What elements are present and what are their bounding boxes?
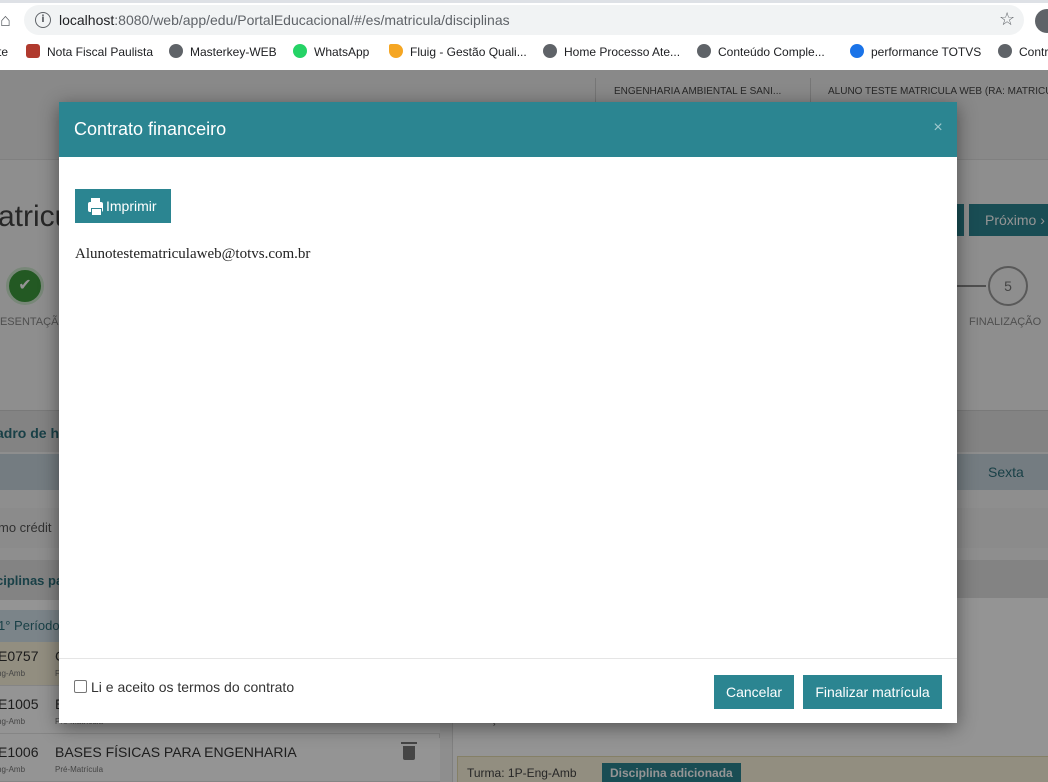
- bookmark-item[interactable]: Nota Fiscal Paulista: [26, 43, 153, 61]
- bookmark-item[interactable]: Conteúdo Comple...: [697, 43, 825, 61]
- bookmark-label: Nota Fiscal Paulista: [47, 45, 154, 59]
- home-icon[interactable]: ⌂: [0, 9, 14, 31]
- nota-fiscal-icon: [26, 44, 40, 58]
- cancel-button[interactable]: Cancelar: [714, 675, 794, 709]
- bookmark-label: WhatsApp: [314, 45, 370, 59]
- print-button[interactable]: Imprimir: [75, 189, 171, 223]
- globe-icon: [697, 44, 711, 58]
- bookmark-item[interactable]: WhatsApp: [293, 43, 369, 61]
- close-icon[interactable]: ×: [929, 119, 947, 137]
- bookmark-item[interactable]: te: [0, 43, 8, 61]
- bookmark-label: Fluig - Gestão Quali...: [410, 45, 527, 59]
- bookmark-label: performance TOTVS: [871, 45, 982, 59]
- info-icon[interactable]: i: [35, 12, 51, 28]
- whatsapp-icon: [293, 44, 307, 58]
- profile-icon[interactable]: [1035, 9, 1048, 33]
- globe-icon: [998, 44, 1012, 58]
- url-host: localhost: [59, 12, 115, 28]
- terms-label[interactable]: Li e aceito os termos do contrato: [91, 679, 294, 695]
- bookmark-item[interactable]: Home Processo Ate...: [543, 43, 680, 61]
- printer-icon: [88, 198, 103, 216]
- print-label: Imprimir: [106, 198, 157, 214]
- bookmark-label: te: [0, 45, 9, 59]
- bookmarks-bar: te Nota Fiscal Paulista Masterkey-WEB Wh…: [0, 38, 1048, 66]
- bookmark-item[interactable]: Fluig - Gestão Quali...: [389, 43, 527, 61]
- bookmark-label: Home Processo Ate...: [564, 45, 681, 59]
- bookmark-label: Conteúdo Comple...: [718, 45, 825, 59]
- terms-checkbox[interactable]: [74, 680, 87, 693]
- star-icon[interactable]: ☆: [999, 9, 1015, 30]
- globe-icon: [543, 44, 557, 58]
- url-text[interactable]: localhost:8080/web/app/edu/PortalEducaci…: [59, 12, 510, 28]
- bookmark-item[interactable]: Masterkey-WEB: [169, 43, 277, 61]
- finish-enrollment-button[interactable]: Finalizar matrícula: [803, 675, 942, 709]
- url-path: :8080/web/app/edu/PortalEducacional/#/es…: [114, 12, 510, 28]
- contract-content: Alunotestematriculaweb@totvs.com.br: [75, 246, 311, 262]
- bookmark-label: Contr: [1019, 45, 1048, 59]
- bookmark-item[interactable]: performance TOTVS: [850, 43, 981, 61]
- bookmark-item[interactable]: Contr: [998, 43, 1048, 61]
- browser-chrome: ⌂ i localhost:8080/web/app/edu/PortalEdu…: [0, 0, 1048, 70]
- modal-title: Contrato financeiro: [74, 119, 227, 139]
- totvs-icon: [850, 44, 864, 58]
- tab-strip: [0, 0, 1048, 3]
- modal-footer: Li e aceito os termos do contrato Cancel…: [59, 658, 957, 723]
- fluig-icon: [389, 44, 403, 58]
- bookmark-label: Masterkey-WEB: [190, 45, 277, 59]
- modal-header: Contrato financeiro ×: [59, 102, 957, 157]
- contract-modal: Contrato financeiro × Imprimir Alunotest…: [59, 102, 957, 723]
- address-bar[interactable]: i localhost:8080/web/app/edu/PortalEduca…: [24, 5, 1024, 35]
- globe-icon: [169, 44, 183, 58]
